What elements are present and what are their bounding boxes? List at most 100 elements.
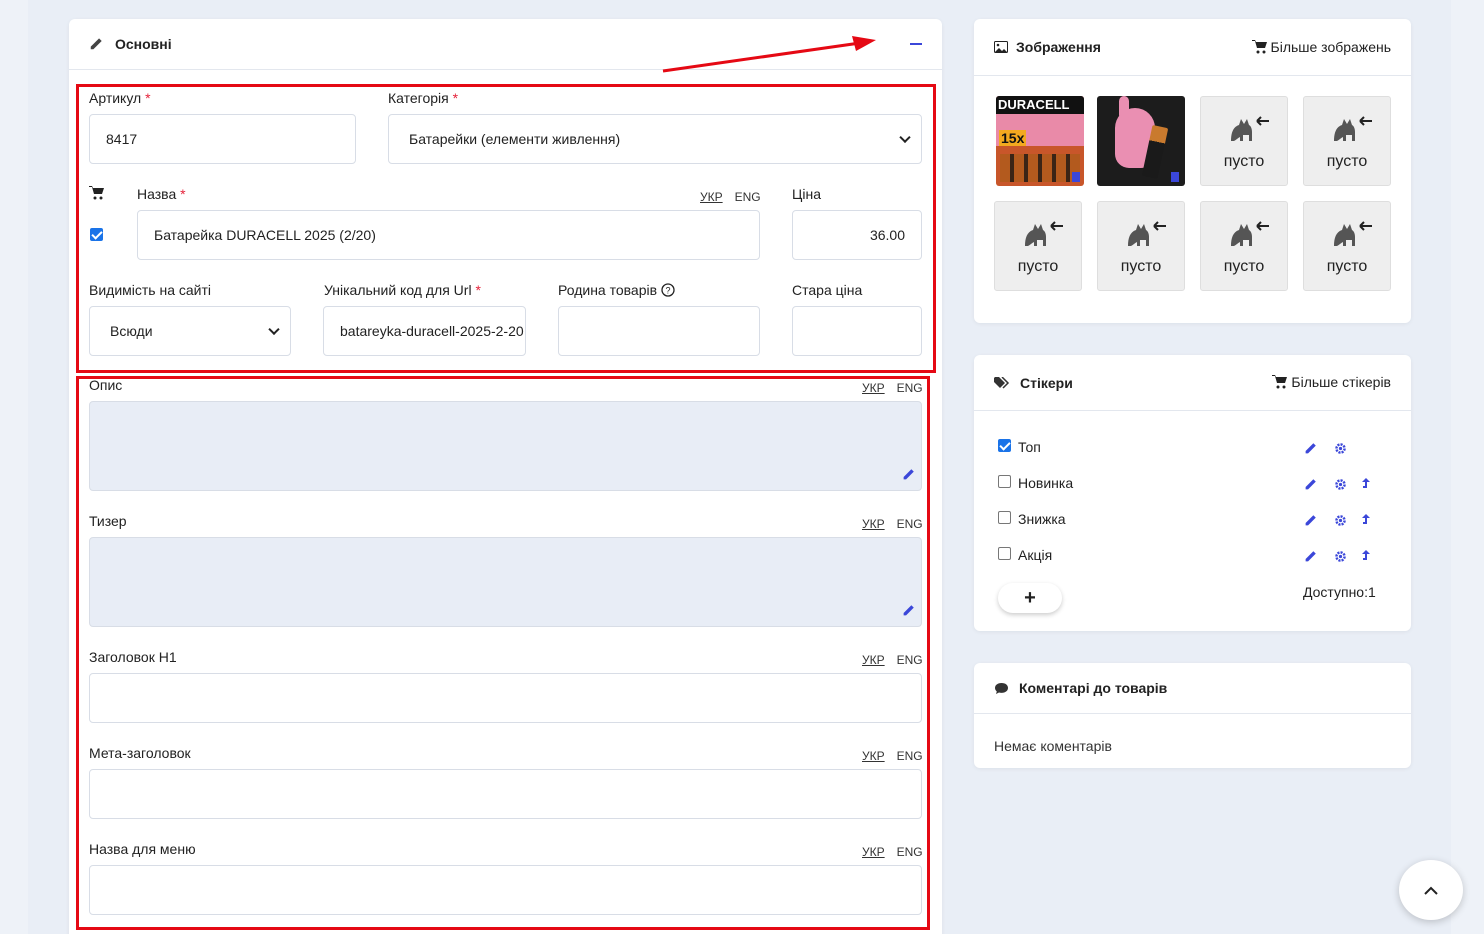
url-input[interactable]: batareyka-duracell-2025-2-20: [323, 306, 526, 356]
pencil-icon: [90, 38, 102, 50]
cat-upload-icon: [1231, 116, 1269, 141]
lang-eng-link[interactable]: ENG: [897, 749, 923, 763]
comments-card-header: Коментарі до товарів: [974, 663, 1411, 714]
family-input[interactable]: [558, 306, 760, 356]
lang-ukr-link[interactable]: УКР: [862, 381, 885, 395]
thumb1-brand-bar: DURACELL: [996, 96, 1084, 114]
old-price-input[interactable]: [792, 306, 922, 356]
empty-image-slot[interactable]: пусто: [1200, 201, 1288, 291]
empty-slot-label: пусто: [1326, 258, 1368, 275]
empty-image-slot[interactable]: пусто: [1200, 96, 1288, 186]
sticker-label: Знижка: [1018, 511, 1066, 527]
menu-name-input[interactable]: [89, 865, 922, 915]
lang-ukr-link[interactable]: УКР: [862, 517, 885, 531]
empty-image-slot[interactable]: пусто: [1303, 201, 1391, 291]
sticker-label: Новинка: [1018, 475, 1074, 491]
move-up-icon[interactable]: [1361, 477, 1371, 491]
add-sticker-button[interactable]: +: [998, 583, 1062, 613]
image-icon: [994, 41, 1008, 53]
visibility-value: Всюди: [110, 323, 153, 339]
lang-eng-link[interactable]: ENG: [897, 653, 923, 667]
empty-slot-label: пусто: [1120, 258, 1162, 275]
more-stickers-link[interactable]: Більше стікерів: [1272, 374, 1391, 390]
move-up-icon[interactable]: [1361, 513, 1371, 527]
comments-card: Коментарі до товарів Немає коментарів: [974, 663, 1411, 768]
visibility-select[interactable]: Всюди: [89, 306, 291, 356]
family-label: Родина товарів ?: [558, 282, 675, 298]
gear-icon[interactable]: [1334, 478, 1347, 491]
h1-input[interactable]: [89, 673, 922, 723]
thumb2-bin-icon[interactable]: [1171, 172, 1179, 182]
cart-icon: [1251, 40, 1267, 54]
sku-value: 8417: [106, 131, 138, 147]
h1-lang-switch: УКР ENG: [862, 653, 923, 667]
edit-pencil-icon[interactable]: [902, 468, 915, 481]
menu-name-label: Назва для меню: [89, 841, 196, 857]
category-label: Категорія *: [388, 90, 459, 106]
sticker-checkbox[interactable]: [998, 547, 1011, 560]
teaser-lang-switch: УКР ENG: [862, 517, 923, 531]
product-image-2[interactable]: [1097, 96, 1185, 186]
teaser-editor[interactable]: [89, 537, 922, 627]
cat-upload-icon: [1334, 221, 1372, 246]
sku-input[interactable]: 8417: [89, 114, 356, 164]
svg-text:?: ?: [665, 286, 670, 296]
edit-pencil-icon[interactable]: [1304, 478, 1317, 491]
name-lang-switch: УКР ENG: [700, 190, 761, 204]
more-images-label: Більше зображень: [1270, 39, 1391, 55]
price-value: 36.00: [869, 227, 905, 243]
teaser-label: Тизер: [89, 513, 127, 529]
cat-upload-icon: [1128, 221, 1166, 246]
meta-title-input[interactable]: [89, 769, 922, 819]
scroll-to-top-button[interactable]: [1399, 860, 1463, 920]
visibility-label: Видимість на сайті: [89, 282, 212, 298]
empty-image-slot[interactable]: пусто: [1097, 201, 1185, 291]
lang-ukr-link[interactable]: УКР: [862, 749, 885, 763]
price-input[interactable]: 36.00: [792, 210, 922, 260]
lang-ukr-link[interactable]: УКР: [862, 845, 885, 859]
gear-icon[interactable]: [1334, 514, 1347, 527]
lang-eng-link[interactable]: ENG: [897, 845, 923, 859]
empty-image-slot[interactable]: пусто: [1303, 96, 1391, 186]
lang-eng-link[interactable]: ENG: [897, 517, 923, 531]
product-image-1[interactable]: DURACELL 15x: [996, 96, 1084, 186]
cart-icon: [1272, 375, 1288, 389]
stickers-available: Доступно:1: [1303, 584, 1376, 600]
empty-image-slot[interactable]: пусто: [994, 201, 1082, 291]
edit-pencil-icon[interactable]: [1304, 442, 1317, 455]
edit-pencil-icon[interactable]: [1304, 514, 1317, 527]
lang-eng-link[interactable]: ENG: [735, 190, 761, 204]
url-value: batareyka-duracell-2025-2-20: [340, 323, 524, 339]
edit-pencil-icon[interactable]: [902, 604, 915, 617]
more-images-link[interactable]: Більше зображень: [1251, 39, 1391, 55]
help-circle-icon[interactable]: ?: [661, 283, 675, 297]
sticker-checkbox[interactable]: [998, 511, 1011, 524]
in-stock-checkbox[interactable]: [90, 228, 103, 241]
thumb1-bin-icon[interactable]: [1072, 172, 1080, 182]
collapse-button[interactable]: [910, 43, 922, 45]
gear-icon[interactable]: [1334, 442, 1347, 455]
price-label: Ціна: [792, 186, 821, 202]
empty-slot-label: пусто: [1017, 258, 1059, 275]
url-label: Унікальний код для Url *: [324, 282, 481, 298]
name-input[interactable]: Батарейка DURACELL 2025 (2/20): [137, 210, 760, 260]
lang-eng-link[interactable]: ENG: [897, 381, 923, 395]
more-stickers-label: Більше стікерів: [1291, 374, 1391, 390]
sticker-label: Топ: [1018, 439, 1041, 455]
empty-slot-label: пусто: [1223, 153, 1265, 170]
category-select[interactable]: Батарейки (елементи живлення): [388, 114, 922, 164]
name-label: Назва *: [137, 186, 186, 202]
edit-pencil-icon[interactable]: [1304, 550, 1317, 563]
comment-icon: [995, 682, 1008, 694]
description-editor[interactable]: [89, 401, 922, 491]
lang-ukr-link[interactable]: УКР: [700, 190, 723, 204]
move-up-icon[interactable]: [1361, 549, 1371, 563]
sticker-checkbox[interactable]: [998, 439, 1011, 452]
images-card-title: Зображення: [1016, 39, 1101, 55]
sku-label: Артикул *: [89, 90, 151, 106]
lang-ukr-link[interactable]: УКР: [862, 653, 885, 667]
gear-icon[interactable]: [1334, 550, 1347, 563]
cat-upload-icon: [1334, 116, 1372, 141]
sticker-checkbox[interactable]: [998, 475, 1011, 488]
empty-slot-label: пусто: [1326, 153, 1368, 170]
